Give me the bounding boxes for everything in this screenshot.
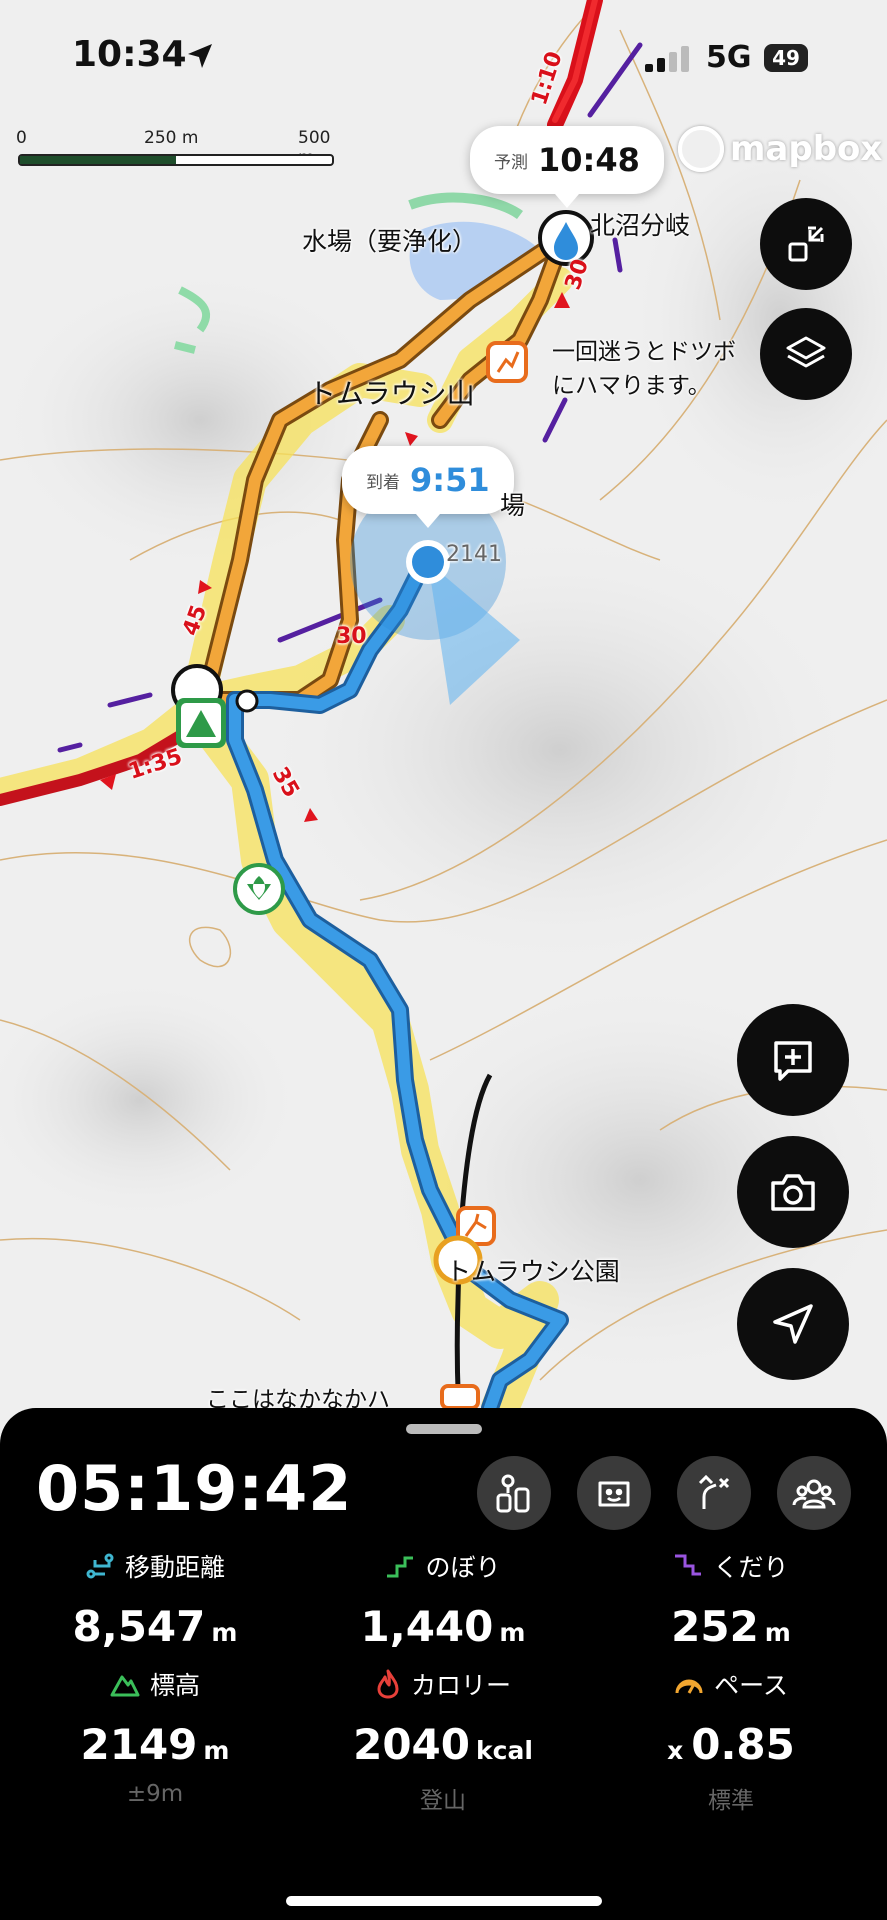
route-off-button[interactable] xyxy=(677,1456,751,1530)
pace-rating: 標準 xyxy=(708,1788,754,1814)
mapbox-wordmark: mapbox xyxy=(730,129,883,169)
water-source-label: 水場（要浄化） xyxy=(302,227,478,256)
junction-label: 北沼分岐 xyxy=(590,211,691,240)
descent-unit: m xyxy=(764,1618,791,1647)
ascent-value: 1,440 xyxy=(360,1602,494,1651)
note-line-1: 一回迷うとドツボ xyxy=(552,339,736,365)
activity-panel: 05:19:42 移動距離 8,547 m のぼり 1,440 m くだり 25… xyxy=(0,1408,887,1920)
note-line-2: にハマります。 xyxy=(552,373,711,399)
altitude-value: 2149 xyxy=(80,1720,198,1769)
stat-distance: 移動距離 8,547 m xyxy=(10,1548,300,1651)
mountain-icon xyxy=(110,1675,140,1697)
peak-label: トムラウシ山 xyxy=(308,377,475,410)
ascent-label: のぼり xyxy=(425,1553,501,1582)
pace-value: 0.85 xyxy=(691,1720,795,1769)
map-scale: 0 250 m 500 m xyxy=(16,128,336,168)
mapbox-logo-icon xyxy=(678,126,724,172)
battery-icon: 49 xyxy=(764,44,808,72)
calories-value: 2040 xyxy=(353,1720,470,1769)
segment-time-4: 30 xyxy=(336,624,367,649)
location-arrow-icon xyxy=(188,44,212,68)
recenter-location-button[interactable] xyxy=(737,1268,849,1380)
add-note-button[interactable] xyxy=(737,1004,849,1116)
signal-icon xyxy=(645,46,689,72)
park-label: トムラウシ公園 xyxy=(446,1257,620,1286)
altitude-unit: m xyxy=(203,1736,230,1765)
ascent-unit: m xyxy=(499,1618,526,1647)
descent-icon xyxy=(675,1554,702,1576)
network-type: 5G xyxy=(706,40,752,75)
face-icon xyxy=(598,1481,630,1507)
flame-icon xyxy=(377,1669,399,1699)
route-off-icon xyxy=(698,1474,730,1509)
forecast-label: 予測 xyxy=(494,152,528,173)
activity-type: 登山 xyxy=(420,1788,466,1814)
distance-icon xyxy=(86,1553,114,1579)
descent-label: くだり xyxy=(713,1553,789,1582)
camera-button[interactable] xyxy=(737,1136,849,1248)
checkpoint-button[interactable] xyxy=(477,1456,551,1530)
ascent-icon xyxy=(387,1556,414,1578)
gauge-icon xyxy=(675,1679,703,1694)
stat-calories: カロリー 2040 kcal 登山 xyxy=(298,1666,588,1815)
collapse-map-button[interactable] xyxy=(760,198,852,290)
calories-unit: kcal xyxy=(476,1736,533,1765)
stat-altitude: 標高 2149 m ±9m xyxy=(10,1666,300,1807)
elapsed-time: 05:19:42 xyxy=(36,1452,353,1525)
calories-label: カロリー xyxy=(410,1671,511,1700)
distance-unit: m xyxy=(211,1618,238,1647)
panel-grabber[interactable] xyxy=(406,1424,482,1434)
stat-pace: ペース x 0.85 標準 xyxy=(586,1666,876,1815)
altitude-accuracy: ±9m xyxy=(126,1781,184,1807)
pace-prefix: x xyxy=(667,1736,684,1765)
group-button[interactable] xyxy=(777,1456,851,1530)
descent-value: 252 xyxy=(671,1602,759,1651)
pace-label: ペース xyxy=(714,1671,788,1700)
altitude-label: 標高 xyxy=(149,1671,200,1700)
distance-value: 8,547 xyxy=(72,1602,206,1651)
scale-bar xyxy=(18,154,334,166)
camera-icon xyxy=(771,1174,815,1211)
scale-label-0: 0 xyxy=(16,128,27,148)
clock: 10:34 xyxy=(72,34,187,75)
home-indicator[interactable] xyxy=(286,1896,602,1906)
add-note-icon xyxy=(774,1041,812,1081)
forecast-bubble[interactable]: 予測 10:48 xyxy=(470,126,664,208)
stat-descent: くだり 252 m xyxy=(586,1548,876,1651)
share-face-button[interactable] xyxy=(577,1456,651,1530)
checkpoint-icon xyxy=(496,1474,530,1513)
arrival-label: 到着 xyxy=(366,472,400,493)
status-bar: 10:34 5G 49 xyxy=(0,0,887,120)
layers-icon xyxy=(786,336,826,368)
elevation-label: 2141 xyxy=(446,542,502,567)
mapbox-logo: mapbox xyxy=(678,126,882,172)
camp-label: 場 xyxy=(500,491,526,520)
distance-label: 移動距離 xyxy=(124,1553,225,1582)
navigation-arrow-icon xyxy=(773,1304,813,1344)
layers-button[interactable] xyxy=(760,308,852,400)
collapse-icon xyxy=(788,226,824,262)
stat-ascent: のぼり 1,440 m xyxy=(298,1548,588,1651)
forecast-time: 10:48 xyxy=(538,141,640,179)
scale-label-250: 250 m xyxy=(144,128,199,148)
arrival-time: 9:51 xyxy=(410,461,490,499)
arrival-bubble[interactable]: 到着 9:51 xyxy=(342,446,514,528)
group-icon xyxy=(792,1479,836,1509)
